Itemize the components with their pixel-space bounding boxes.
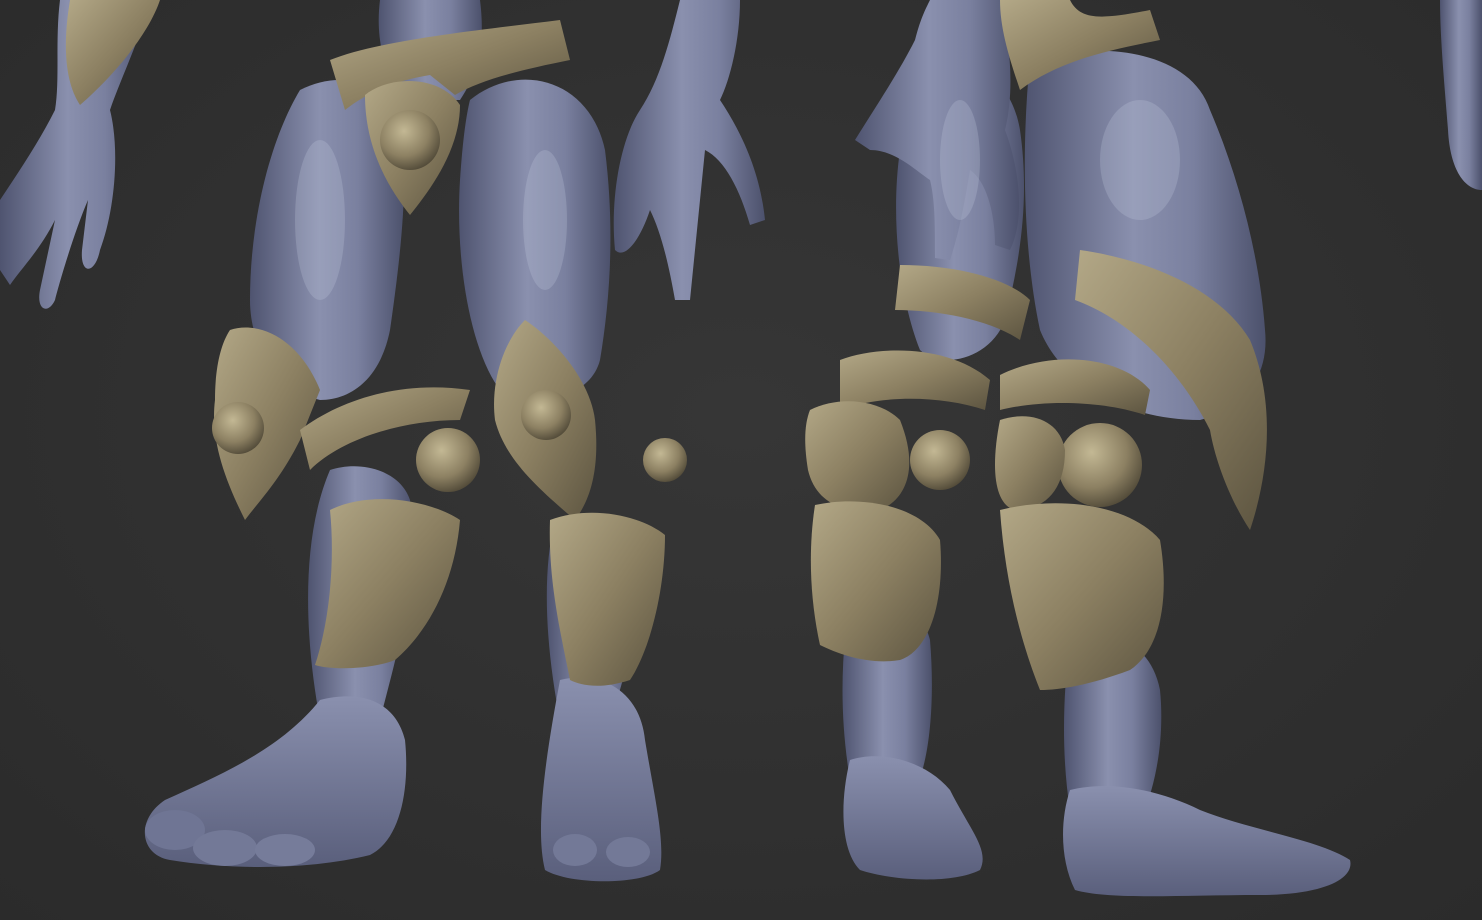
back-left-greave — [810, 501, 941, 662]
front-left-knee-disc — [416, 428, 480, 492]
front-right-toe — [553, 834, 597, 866]
back-right-greave — [1000, 503, 1164, 690]
front-view — [0, 0, 765, 882]
back-right-foot — [1063, 786, 1351, 897]
back-left-knee-guard — [840, 350, 990, 410]
sculpt-viewport — [0, 0, 1482, 920]
front-right-toe — [606, 837, 650, 867]
front-left-knee-knob — [212, 402, 264, 454]
front-left-greave — [315, 499, 460, 669]
back-left-foot — [843, 756, 983, 880]
character-legs-render — [0, 0, 1482, 897]
front-left-toe — [255, 834, 315, 866]
front-right-knee-disc — [643, 438, 687, 482]
front-right-greave — [549, 512, 665, 686]
back-left-knee-shell — [805, 401, 910, 511]
back-right-knee-disc — [1058, 423, 1142, 507]
front-left-toe — [193, 830, 257, 866]
back-right-knee-side — [995, 416, 1065, 510]
front-right-hand — [613, 0, 765, 300]
front-right-knee-knob — [521, 390, 571, 440]
back-hand — [855, 0, 1020, 260]
front-loin-emblem — [380, 110, 440, 170]
back-left-knee-disc — [910, 430, 970, 490]
back-far-arm — [1440, 0, 1482, 190]
